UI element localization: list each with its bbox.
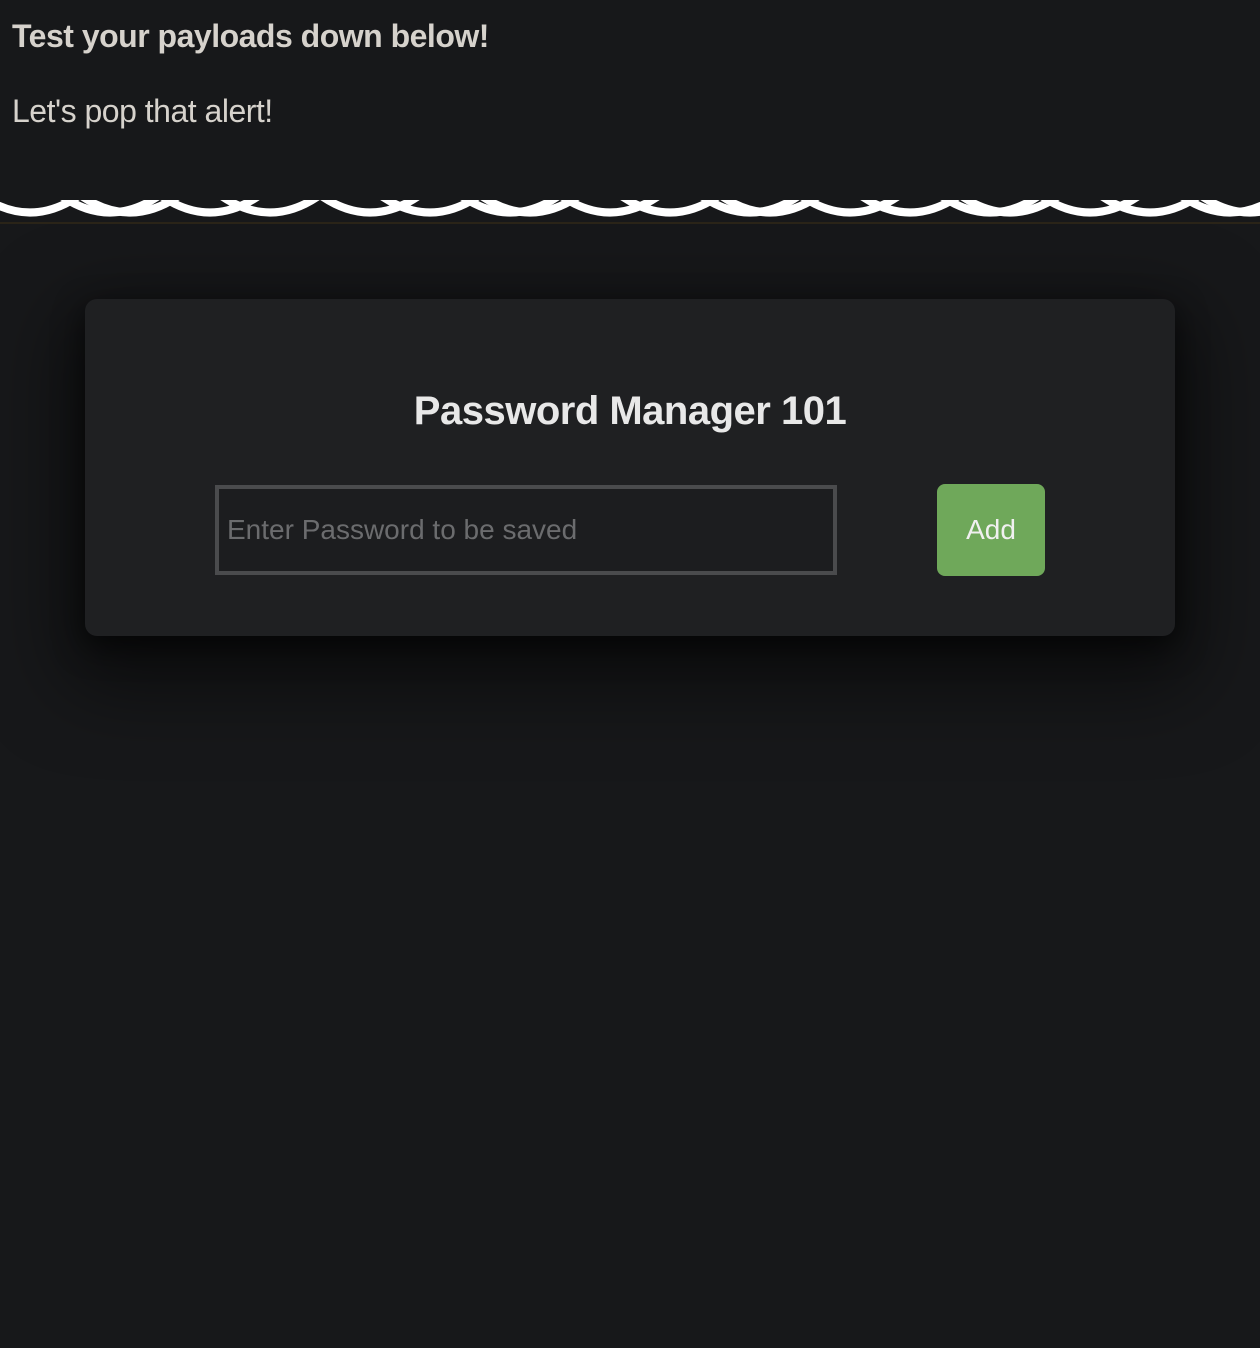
top-section: Test your payloads down below! Let's pop… [0,0,1260,200]
payload-subheading: Let's pop that alert! [12,93,1248,130]
payload-heading: Test your payloads down below! [12,18,1248,55]
card-title: Password Manager 101 [125,389,1135,434]
lower-section: Password Manager 101 Add [0,224,1260,1324]
password-input[interactable] [215,485,837,575]
input-row: Add [125,484,1135,576]
wave-divider [0,200,1260,224]
wave-icon [0,200,1260,224]
password-manager-card: Password Manager 101 Add [85,299,1175,636]
add-button[interactable]: Add [937,484,1045,576]
